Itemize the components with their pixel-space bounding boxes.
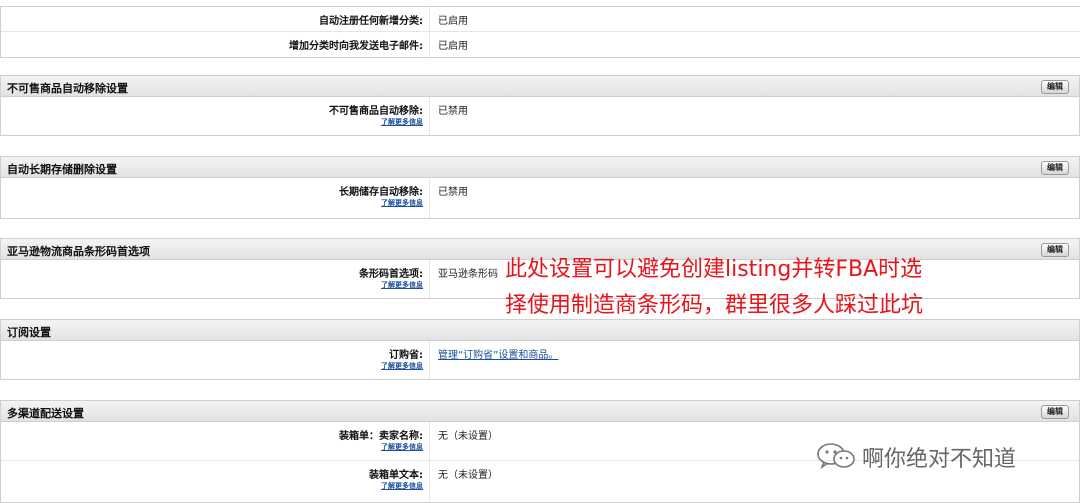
learn-more-link[interactable]: 了解更多信息	[381, 280, 423, 290]
watermark-text: 啊你绝对不知道	[862, 447, 1017, 472]
row-label: 装箱单：卖家名称:	[339, 431, 423, 442]
row-label: 条形码首选项:	[359, 269, 423, 280]
row-label: 长期储存自动移除:	[339, 187, 423, 198]
learn-more-link[interactable]: 了解更多信息	[381, 481, 423, 491]
row-value: 亚马逊条形码	[438, 269, 498, 280]
table-row: 增加分类时向我发送电子邮件: 已启用	[1, 32, 1080, 57]
section-title: 自动长期存储删除设置	[7, 163, 117, 176]
section-title: 订阅设置	[7, 326, 51, 339]
row-label: 增加分类时向我发送电子邮件:	[289, 41, 423, 52]
table-row: 长期储存自动移除: 了解更多信息 已禁用	[1, 178, 1079, 218]
wechat-icon	[817, 443, 855, 470]
row-value: 已禁用	[438, 187, 468, 198]
row-value: 无（未设置）	[438, 431, 498, 442]
row-value: 无（未设置）	[438, 470, 498, 481]
row-label: 订购省:	[389, 350, 423, 361]
row-value: 已启用	[438, 16, 468, 27]
edit-button[interactable]: 编辑	[1041, 161, 1069, 175]
annotation-line-2: 择使用制造商条形码，群里很多人踩过此坑	[505, 293, 924, 318]
section-header: 不可售商品自动移除设置 编辑	[0, 75, 1080, 96]
row-label: 装箱单文本:	[369, 470, 423, 481]
learn-more-link[interactable]: 了解更多信息	[381, 361, 423, 371]
auto-category-table: 自动注册任何新增分类: 已启用 增加分类时向我发送电子邮件: 已启用	[0, 6, 1080, 58]
section-unfulfillable-removal: 不可售商品自动移除设置 编辑 不可售商品自动移除: 了解更多信息 已禁用	[0, 75, 1080, 136]
section-title: 多渠道配送设置	[7, 407, 84, 420]
manage-subscribe-save-link[interactable]: 管理“订购省”设置和商品。	[438, 346, 558, 361]
learn-more-link[interactable]: 了解更多信息	[381, 442, 423, 452]
row-value: 已启用	[438, 41, 468, 52]
section-long-term-storage: 自动长期存储删除设置 编辑 长期储存自动移除: 了解更多信息 已禁用	[0, 156, 1080, 219]
section-subscribe-save: 订阅设置 订购省: 了解更多信息 管理“订购省”设置和商品。	[0, 319, 1080, 380]
edit-button[interactable]: 编辑	[1041, 80, 1069, 94]
section-header: 自动长期存储删除设置 编辑	[0, 156, 1080, 177]
section-header: 多渠道配送设置 编辑	[0, 400, 1080, 421]
section-title: 亚马逊物流商品条形码首选项	[7, 245, 150, 258]
row-label: 自动注册任何新增分类:	[319, 16, 423, 27]
annotation-line-1: 此处设置可以避免创建listing并转FBA时选	[505, 257, 923, 282]
learn-more-link[interactable]: 了解更多信息	[381, 198, 423, 208]
edit-button[interactable]: 编辑	[1041, 405, 1069, 419]
row-label: 不可售商品自动移除:	[329, 106, 423, 117]
learn-more-link[interactable]: 了解更多信息	[381, 117, 423, 127]
row-value: 已禁用	[438, 106, 468, 117]
table-row: 不可售商品自动移除: 了解更多信息 已禁用	[1, 97, 1079, 135]
section-title: 不可售商品自动移除设置	[7, 82, 128, 95]
table-row: 自动注册任何新增分类: 已启用	[1, 7, 1080, 32]
table-row: 订购省: 了解更多信息 管理“订购省”设置和商品。	[1, 341, 1079, 379]
